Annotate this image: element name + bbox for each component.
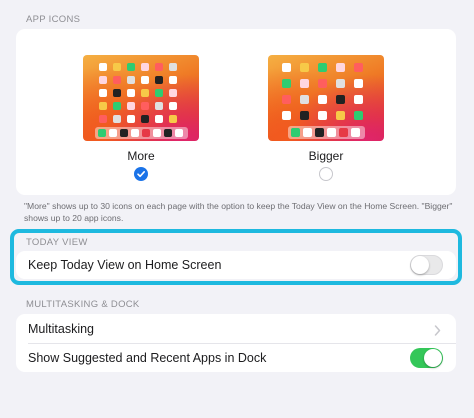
app-icon: [99, 76, 107, 84]
app-icon: [113, 102, 121, 110]
app-icon: [169, 115, 177, 123]
dock-icon: [338, 128, 348, 137]
app-icon: [127, 102, 135, 110]
dock-icon: [326, 128, 336, 137]
app-icon: [141, 115, 149, 123]
bigger-option-label: Bigger: [308, 149, 344, 163]
toggle-knob: [424, 349, 442, 367]
app-icon: [127, 89, 135, 97]
bigger-layout-preview[interactable]: [268, 55, 384, 141]
app-icons-footnote: "More" shows up to 30 icons on each page…: [24, 201, 453, 223]
dock-icon: [97, 129, 106, 137]
dock-icon: [130, 129, 139, 137]
dock-preview: [94, 127, 188, 139]
app-icon: [127, 63, 135, 71]
app-icon: [336, 111, 345, 120]
app-icon: [113, 63, 121, 71]
dock-icon: [119, 129, 128, 137]
multitasking-dock-header: MULTITASKING & DOCK: [26, 299, 140, 310]
app-icon: [336, 79, 345, 88]
suggested-apps-toggle[interactable]: [410, 348, 443, 368]
more-layout-preview[interactable]: [83, 55, 199, 141]
dock-preview: [287, 126, 365, 139]
app-icon: [354, 95, 363, 104]
multitasking-dock-card: Multitasking Show Suggested and Recent A…: [16, 314, 456, 372]
app-icon: [336, 63, 345, 72]
app-icon: [141, 102, 149, 110]
app-icon: [336, 95, 345, 104]
app-icon: [127, 115, 135, 123]
app-icon: [169, 102, 177, 110]
app-icon: [99, 115, 107, 123]
dock-icon: [141, 129, 150, 137]
app-icon: [300, 95, 309, 104]
app-icon: [169, 89, 177, 97]
app-icon: [282, 95, 291, 104]
dock-icon: [350, 128, 360, 137]
app-icon: [127, 76, 135, 84]
dock-icon: [290, 128, 300, 137]
app-icon: [113, 76, 121, 84]
app-icons-card: More Bigger: [16, 29, 456, 195]
app-icon: [318, 95, 327, 104]
app-icon: [99, 102, 107, 110]
app-icon: [318, 79, 327, 88]
bigger-radio-icon[interactable]: [319, 167, 333, 181]
dock-icon: [174, 129, 183, 137]
app-icon: [155, 102, 163, 110]
app-icon: [113, 115, 121, 123]
app-icon: [282, 79, 291, 88]
today-view-highlight: [10, 229, 462, 285]
app-icons-header: APP ICONS: [26, 14, 81, 25]
app-icon: [318, 111, 327, 120]
app-icon: [141, 89, 149, 97]
app-icon: [155, 115, 163, 123]
app-icon: [354, 111, 363, 120]
app-icon: [300, 63, 309, 72]
dock-icon: [314, 128, 324, 137]
app-icon: [99, 63, 107, 71]
multitasking-label: Multitasking: [28, 322, 94, 336]
app-icon: [141, 76, 149, 84]
chevron-right-icon: [434, 323, 441, 341]
dock-icon: [302, 128, 312, 137]
row-divider: [28, 343, 456, 344]
app-icon: [99, 89, 107, 97]
app-icon: [155, 76, 163, 84]
suggested-apps-label: Show Suggested and Recent Apps in Dock: [28, 351, 267, 365]
app-icon: [354, 79, 363, 88]
app-icon: [169, 63, 177, 71]
app-icon: [169, 76, 177, 84]
dock-icon: [163, 129, 172, 137]
dock-icon: [108, 129, 117, 137]
multitasking-row[interactable]: Multitasking: [16, 314, 456, 343]
app-icon: [318, 63, 327, 72]
more-checkmark-icon[interactable]: [134, 167, 148, 181]
dock-icon: [152, 129, 161, 137]
app-icon: [354, 63, 363, 72]
app-icon: [141, 63, 149, 71]
app-icon: [155, 63, 163, 71]
app-icon: [282, 111, 291, 120]
app-icon: [300, 79, 309, 88]
app-icon: [155, 89, 163, 97]
app-icon: [300, 111, 309, 120]
app-icon: [113, 89, 121, 97]
app-icon: [282, 63, 291, 72]
more-option-label: More: [127, 149, 155, 163]
